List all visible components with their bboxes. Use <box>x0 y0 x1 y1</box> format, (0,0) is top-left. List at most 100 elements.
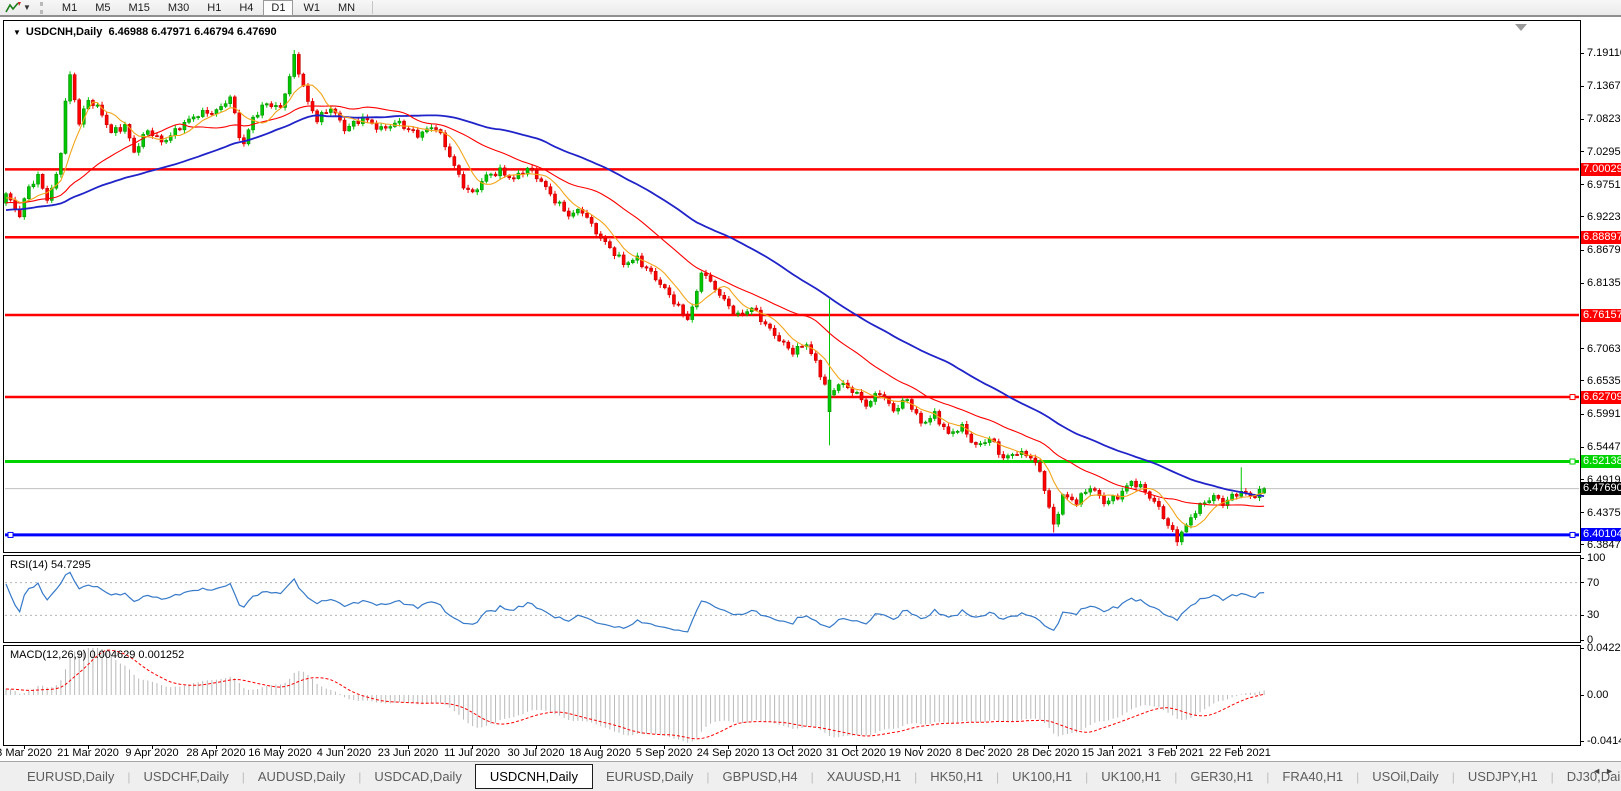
main-chart-panel[interactable]: ▼ USDCNH,Daily 6.46988 6.47971 6.46794 6.… <box>3 20 1581 553</box>
date-axis[interactable]: 3 Mar 2020 21 Mar 2020 9 Apr 2020 28 Apr 20… <box>0 745 1580 760</box>
rsi-line <box>5 571 1265 633</box>
price-tick-label: 6.43750 <box>1587 506 1621 519</box>
tab-scroll-arrows: ◄► <box>1592 766 1618 776</box>
macd-tick-label: 0.00 <box>1587 689 1609 701</box>
chart-tab-eurusd-daily[interactable]: EURUSD,Daily <box>593 766 706 787</box>
date-label: 9 Apr 2020 <box>125 747 179 759</box>
axis-tick <box>1580 640 1584 641</box>
price-tick-label: 7.02950 <box>1587 145 1621 158</box>
chart-tool-glyph <box>5 2 21 13</box>
axis-tick <box>1580 648 1584 649</box>
timeframe-button-mn[interactable]: MN <box>330 0 363 16</box>
terminal-window: ▼ M1 M5 M15 M30 H1 H4 D1 W1 MN ▼ USDCNH,Daily 6.4… <box>0 0 1621 791</box>
chart-tab-audusd-daily[interactable]: AUDUSD,Daily <box>245 766 358 787</box>
timeframe-button-d1[interactable]: D1 <box>263 0 294 16</box>
price-tick-label: 7.08230 <box>1587 113 1621 126</box>
chart-tab-usdcnh-daily[interactable]: USDCNH,Daily <box>474 764 593 789</box>
axis-tick <box>1580 615 1584 616</box>
macd-tick-label: -0.04148 <box>1587 735 1621 748</box>
price-tick-label: 6.70630 <box>1587 342 1621 355</box>
axis-tick <box>1580 544 1584 545</box>
rsi-label: RSI(14) 54.7295 <box>10 559 91 571</box>
macd-chart-svg[interactable] <box>4 646 1580 745</box>
timeframe-button-m1[interactable]: M1 <box>54 0 85 16</box>
level-price-label: 6.52138 <box>1581 455 1621 469</box>
date-label: 19 Nov 2020 <box>888 747 952 759</box>
main-chart-svg[interactable] <box>4 21 1580 552</box>
tab-scroll-right-icon[interactable]: ► <box>1605 766 1618 776</box>
chart-tab-uk100-h1[interactable]: UK100,H1 <box>1088 766 1174 787</box>
hline-handle-6.40104[interactable] <box>1569 531 1576 538</box>
chart-tool-icon[interactable]: ▼ <box>0 0 34 15</box>
axis-tick <box>1580 216 1584 217</box>
date-label: 31 Oct 2020 <box>826 747 886 759</box>
date-label: 18 Aug 2020 <box>569 747 631 759</box>
date-label: 3 Feb 2021 <box>1148 747 1204 759</box>
level-price-label: 6.62709 <box>1581 390 1621 404</box>
chart-ohlc: 6.46988 6.47971 6.46794 6.47690 <box>108 26 277 38</box>
axis-tick <box>1580 695 1584 696</box>
price-tick-label: 7.19110 <box>1587 47 1621 59</box>
hline-handle-6.40104[interactable] <box>7 531 14 538</box>
axis-tick <box>1580 380 1584 381</box>
chart-tab-uk100-h1[interactable]: UK100,H1 <box>999 766 1085 787</box>
macd-panel[interactable]: MACD(12,26,9) 0.004629 0.001252 <box>3 645 1581 746</box>
chart-tab-usdchf-daily[interactable]: USDCHF,Daily <box>131 766 242 787</box>
chart-dropdown-icon[interactable]: ▼ <box>13 28 21 37</box>
timeframe-button-h4[interactable]: H4 <box>231 0 261 16</box>
date-label: 28 Dec 2020 <box>1016 747 1080 759</box>
timeframe-button-w1[interactable]: W1 <box>295 0 328 16</box>
date-label: 11 Jul 2020 <box>443 747 501 759</box>
chart-symbol: USDCNH,Daily <box>25 26 103 38</box>
chart-tab-hk50-h1[interactable]: HK50,H1 <box>917 766 996 787</box>
timeframe-button-m30[interactable]: M30 <box>160 0 197 16</box>
chart-tab-ger30-h1[interactable]: GER30,H1 <box>1177 766 1266 787</box>
price-axis[interactable]: 7.19110 7.13670 7.08230 7.02950 6.97510 6.922… <box>1580 0 1621 791</box>
price-tick-label: 6.97510 <box>1587 178 1621 191</box>
timeframe-button-m5[interactable]: M5 <box>87 0 118 16</box>
axis-tick <box>1580 447 1584 448</box>
macd-tick-label: 0.042275 <box>1587 642 1621 654</box>
timeframe-buttons: M1 M5 M15 M30 H1 H4 D1 W1 MN <box>53 0 364 16</box>
chart-shift-marker-icon[interactable] <box>1515 24 1527 31</box>
hline-handle-6.52138[interactable] <box>1569 458 1576 465</box>
timeframe-button-m15[interactable]: M15 <box>120 0 157 16</box>
chart-tab-usdcad-daily[interactable]: USDCAD,Daily <box>361 766 474 787</box>
axis-tick <box>1580 414 1584 415</box>
rsi-panel[interactable]: RSI(14) 54.7295 <box>3 555 1581 643</box>
axis-tick <box>1580 151 1584 152</box>
axis-tick <box>1580 86 1584 87</box>
ma-mid-line <box>5 105 1265 507</box>
chart-tab-usdjpy-h1[interactable]: USDJPY,H1 <box>1455 766 1551 787</box>
rsi-tick-label: 30 <box>1587 609 1600 622</box>
date-label: 13 Oct 2020 <box>762 747 822 759</box>
chart-tab-fra40-h1[interactable]: FRA40,H1 <box>1269 766 1356 787</box>
axis-tick <box>1580 53 1584 54</box>
level-price-label: 6.88897 <box>1581 230 1621 244</box>
chart-tab-xauusd-h1[interactable]: XAUUSD,H1 <box>814 766 914 787</box>
date-label: 4 Jun 2020 <box>316 747 372 759</box>
timeframe-button-h1[interactable]: H1 <box>199 0 229 16</box>
level-price-label: 6.40104 <box>1581 528 1621 542</box>
axis-tick <box>1580 741 1584 742</box>
axis-tick <box>1580 348 1584 349</box>
toolbar-grip[interactable] <box>39 1 46 14</box>
candles <box>4 50 1266 546</box>
date-label: 16 May 2020 <box>248 747 312 759</box>
chart-tab-bar: EURUSD,Daily | USDCHF,Daily | AUDUSD,Daily | U… <box>0 761 1621 791</box>
axis-tick <box>1580 479 1584 480</box>
axis-tick <box>1580 582 1584 583</box>
date-label: 23 Jun 2020 <box>377 747 439 759</box>
chart-tab-eurusd-daily[interactable]: EURUSD,Daily <box>14 766 127 787</box>
date-label: 22 Feb 2021 <box>1209 747 1271 759</box>
date-label: 24 Sep 2020 <box>696 747 760 759</box>
toolbar-separator <box>372 1 374 14</box>
hline-handle-6.62709[interactable] <box>1569 394 1576 401</box>
level-price-label: 7.00029 <box>1581 162 1621 176</box>
date-label: 5 Sep 2020 <box>635 747 693 759</box>
price-tick-label: 6.81350 <box>1587 277 1621 290</box>
chart-tab-usoil-daily[interactable]: USOil,Daily <box>1359 766 1451 787</box>
chart-tab-gbpusd-h4[interactable]: GBPUSD,H4 <box>709 766 810 787</box>
rsi-chart-svg[interactable] <box>4 556 1580 642</box>
tab-scroll-left-icon[interactable]: ◄ <box>1592 766 1605 776</box>
